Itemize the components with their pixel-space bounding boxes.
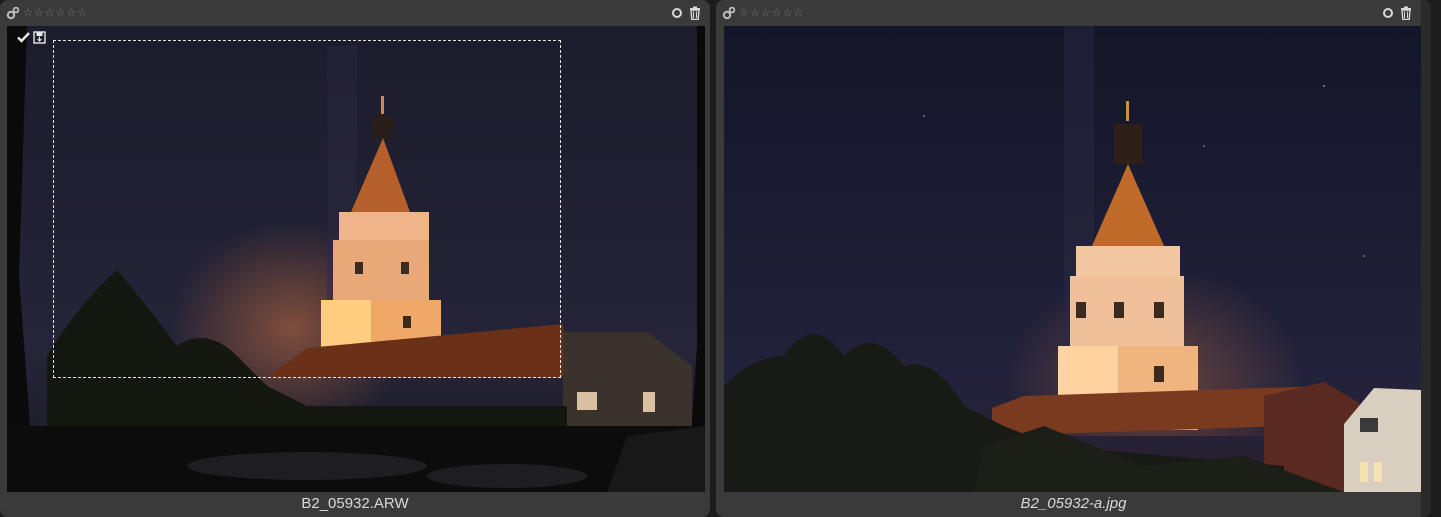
scrollbar[interactable] [1421,0,1431,517]
star-icon[interactable]: ☆ [772,7,782,19]
thumbnail-image-jpg[interactable] [724,26,1422,492]
filename-label: B2_05932-a.jpg [1020,495,1127,512]
star-rating[interactable]: ☆ ☆ ☆ ☆ ☆ ☆ [739,7,803,19]
star-icon[interactable]: ☆ [750,7,760,19]
save-icon [33,31,46,44]
checkmark-icon [17,32,30,43]
reject-circle-icon[interactable] [672,8,682,18]
reject-circle-icon[interactable] [1383,8,1393,18]
star-icon[interactable]: ☆ [761,7,771,19]
photo-church-tower-processed [724,26,1422,492]
thumbnail-pane-left[interactable]: ☆ ☆ ☆ ☆ ☆ ☆ B2_05932.ARW [0,0,710,517]
star-icon[interactable]: ☆ [739,7,749,19]
star-icon[interactable]: ☆ [793,7,803,19]
star-icon[interactable]: ☆ [56,7,66,19]
compare-view: ☆ ☆ ☆ ☆ ☆ ☆ B2_05932.ARW ☆ ☆ ☆ ☆ ☆ ☆ B2_… [0,0,1441,517]
filename-label: B2_05932.ARW [301,495,409,512]
star-icon[interactable]: ☆ [34,7,44,19]
gears-icon[interactable] [722,6,736,20]
star-icon[interactable]: ☆ [23,7,33,19]
star-rating[interactable]: ☆ ☆ ☆ ☆ ☆ ☆ [23,7,87,19]
star-icon[interactable]: ☆ [783,7,793,19]
trash-icon[interactable] [688,6,702,20]
gears-icon[interactable] [6,6,20,20]
trash-icon[interactable] [1399,6,1413,20]
thumbnail-image-raw[interactable] [7,26,705,492]
thumbnail-toolbar: ☆ ☆ ☆ ☆ ☆ ☆ [0,0,710,26]
crop-overlay [53,40,561,378]
thumbnail-toolbar: ☆ ☆ ☆ ☆ ☆ ☆ [716,0,1431,26]
star-icon[interactable]: ☆ [45,7,55,19]
thumbnail-pane-right[interactable]: ☆ ☆ ☆ ☆ ☆ ☆ B2_05932-a.jpg [716,0,1431,517]
star-icon[interactable]: ☆ [67,7,77,19]
star-icon[interactable]: ☆ [77,7,87,19]
